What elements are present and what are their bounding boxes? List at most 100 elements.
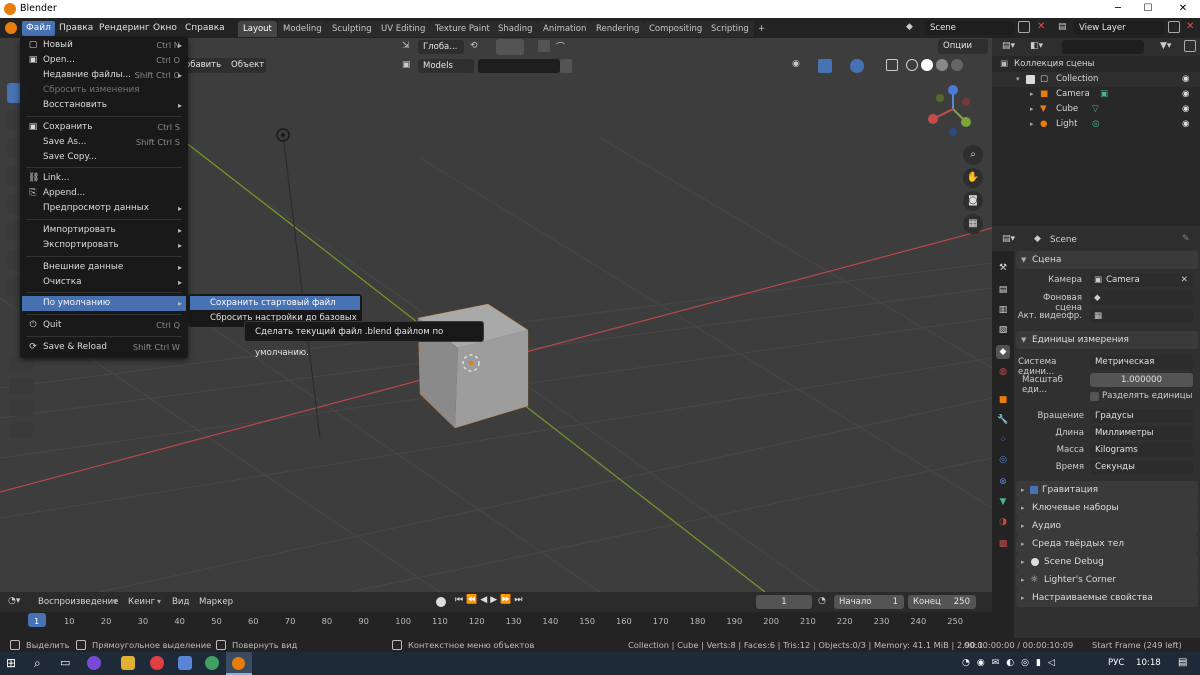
- outliner-row-camera[interactable]: ▸ ■ Camera ▣ ◉: [992, 87, 1200, 102]
- material-preview-icon[interactable]: [936, 59, 948, 71]
- tab-compositing[interactable]: Compositing: [644, 21, 708, 37]
- filter-icon[interactable]: ▼▾: [1160, 41, 1180, 53]
- unit-scale-field[interactable]: 1.000000: [1090, 373, 1193, 387]
- outliner-row-scene-collection[interactable]: ▣ Коллекция сцены: [992, 57, 1200, 72]
- clock-icon[interactable]: ◔▾: [8, 596, 28, 606]
- outliner-row-light[interactable]: ▸ ● Light ◎ ◉: [992, 117, 1200, 132]
- file-menu-save-item[interactable]: ▣ Сохранить Ctrl S: [22, 120, 186, 135]
- gizmo-toggle-icon[interactable]: [818, 59, 832, 73]
- unit-system-dropdown[interactable]: Метрическая: [1090, 355, 1193, 369]
- perspective-toggle-icon[interactable]: ▦: [963, 214, 983, 234]
- alice-assistant-icon[interactable]: [87, 656, 101, 670]
- preview-range-icon[interactable]: ◔: [818, 596, 830, 606]
- blender-menu-icon[interactable]: [5, 22, 17, 34]
- document-icon[interactable]: [178, 656, 192, 670]
- render-tab-icon[interactable]: ▤: [996, 283, 1010, 297]
- visibility-eye-icon[interactable]: ◉: [1182, 102, 1190, 117]
- menu-edit[interactable]: Правка: [55, 21, 97, 36]
- overlays-toggle-icon[interactable]: [850, 59, 864, 73]
- falloff-icon[interactable]: ⌒: [556, 40, 572, 53]
- scene-field[interactable]: Scene: [925, 21, 1015, 35]
- object-tab-icon[interactable]: ■: [996, 393, 1010, 407]
- camera-field[interactable]: ▣ Camera ✕: [1090, 273, 1193, 287]
- wireframe-shading-icon[interactable]: [906, 59, 918, 71]
- object-menu[interactable]: Объект: [226, 58, 266, 73]
- notifications-icon[interactable]: ▤: [1178, 657, 1187, 668]
- file-menu-append-item[interactable]: ⎘ Append...: [22, 186, 186, 201]
- delete-view-layer-icon[interactable]: ✕: [1186, 21, 1198, 33]
- pivot-point-icon[interactable]: ⟲: [470, 41, 484, 53]
- file-menu-save-reload-item[interactable]: ⟳ Save & Reload Shift Ctrl W: [22, 340, 186, 355]
- new-collection-icon[interactable]: [1184, 40, 1196, 52]
- particles-tab-icon[interactable]: ⁘: [996, 433, 1010, 447]
- tab-rendering[interactable]: Rendering: [591, 21, 645, 37]
- minimize-button[interactable]: ─: [1103, 1, 1133, 17]
- playback-menu[interactable]: Воспроизведение: [38, 597, 118, 607]
- units-panel-header[interactable]: ▼ Единицы измерения: [1016, 331, 1198, 349]
- record-icon[interactable]: [436, 597, 446, 607]
- add-workspace-button[interactable]: +: [753, 21, 770, 37]
- asset-item-4-icon[interactable]: [9, 422, 33, 438]
- menu-file[interactable]: Файл: [22, 21, 55, 36]
- windows-start-icon[interactable]: ⊞: [6, 657, 19, 670]
- tab-layout[interactable]: Layout: [238, 21, 277, 37]
- visibility-eye-icon[interactable]: ◉: [1182, 87, 1190, 102]
- file-menu-link-item[interactable]: ⛓ Link...: [22, 171, 186, 186]
- editor-type-icon[interactable]: ▤▾: [1002, 41, 1022, 53]
- display-mode-icon[interactable]: ◧▾: [1030, 41, 1050, 53]
- file-menu-recent-files-item[interactable]: Недавние файлы... Shift Ctrl O ▸: [22, 68, 186, 83]
- transform-orientation-dropdown[interactable]: Глоба...: [418, 40, 464, 54]
- world-tab-icon[interactable]: ◍: [996, 365, 1010, 379]
- output-tab-icon[interactable]: ▥: [996, 303, 1010, 317]
- audio-panel-header[interactable]: ▸ Аудио: [1016, 517, 1198, 535]
- scene-tab-icon[interactable]: ◆: [996, 345, 1010, 359]
- time-dropdown[interactable]: Секунды: [1090, 460, 1193, 474]
- rotation-dropdown[interactable]: Градусы: [1090, 409, 1193, 423]
- file-menu-data-previews-item[interactable]: Предпросмотр данных ▸: [22, 201, 186, 216]
- clear-field-icon[interactable]: ✕: [1181, 273, 1188, 287]
- data-tab-icon[interactable]: ▼: [996, 495, 1010, 509]
- outliner-row-collection[interactable]: ▾ ▢ Collection ◉: [992, 72, 1200, 87]
- material-tab-icon[interactable]: ◑: [996, 515, 1010, 529]
- rendered-shading-icon[interactable]: [951, 59, 963, 71]
- options-button[interactable]: Опции: [938, 39, 988, 54]
- save-startup-file-item[interactable]: Сохранить стартовый файл: [190, 296, 360, 310]
- close-window-button[interactable]: ✕: [1168, 1, 1198, 17]
- tab-texture-paint[interactable]: Texture Paint: [430, 21, 495, 37]
- clock[interactable]: 10:18: [1136, 658, 1161, 668]
- scene-debug-panel-header[interactable]: ▸ Scene Debug: [1016, 553, 1198, 571]
- asset-item-2-icon[interactable]: [9, 378, 33, 394]
- lighters-corner-panel-header[interactable]: ▸ ☼ Lighter's Corner: [1016, 571, 1198, 589]
- modifier-tab-icon[interactable]: 🔧: [996, 413, 1010, 427]
- file-menu-quit-item[interactable]: ⏻ Quit Ctrl Q: [22, 318, 186, 333]
- texture-tab-icon[interactable]: ▩: [996, 537, 1010, 551]
- new-view-layer-icon[interactable]: [1168, 21, 1180, 33]
- view-layer-field[interactable]: View Layer: [1074, 21, 1164, 35]
- tab-scripting[interactable]: Scripting: [706, 21, 754, 37]
- file-menu-recover-item[interactable]: Восстановить ▸: [22, 98, 186, 113]
- menu-render[interactable]: Рендеринг: [95, 21, 154, 36]
- start-frame-field[interactable]: Начало 1: [834, 595, 904, 609]
- view-object-types-icon[interactable]: ◉: [792, 59, 814, 73]
- tab-animation[interactable]: Animation: [538, 21, 592, 37]
- gravity-checkbox[interactable]: [1030, 486, 1038, 494]
- task-view-icon[interactable]: ▭: [60, 656, 70, 669]
- keying-sets-panel-header[interactable]: ▸ Ключевые наборы: [1016, 499, 1198, 517]
- tab-shading[interactable]: Shading: [493, 21, 538, 37]
- camera-view-icon[interactable]: ◙: [963, 191, 983, 211]
- snap-toggle-icon[interactable]: [496, 39, 524, 55]
- pin-icon[interactable]: ✎: [1182, 234, 1190, 244]
- background-scene-field[interactable]: ◆: [1090, 291, 1193, 305]
- file-menu-import-item[interactable]: Импортировать ▸: [22, 223, 186, 238]
- new-scene-icon[interactable]: [1018, 21, 1030, 33]
- length-dropdown[interactable]: Миллиметры: [1090, 426, 1193, 440]
- file-menu-save-copy-item[interactable]: Save Copy...: [22, 150, 186, 165]
- asset-item-3-icon[interactable]: [9, 400, 33, 416]
- menu-help[interactable]: Справка: [181, 21, 229, 36]
- marker-menu[interactable]: Маркер: [199, 597, 233, 607]
- file-menu-new-item[interactable]: ▢ Новый Ctrl N ▸: [22, 38, 186, 53]
- constraints-tab-icon[interactable]: ⊗: [996, 475, 1010, 489]
- custom-properties-panel-header[interactable]: ▸ Настраиваемые свойства: [1016, 589, 1198, 607]
- file-explorer-icon[interactable]: [121, 656, 135, 670]
- filter-dropdown-icon[interactable]: [560, 59, 572, 73]
